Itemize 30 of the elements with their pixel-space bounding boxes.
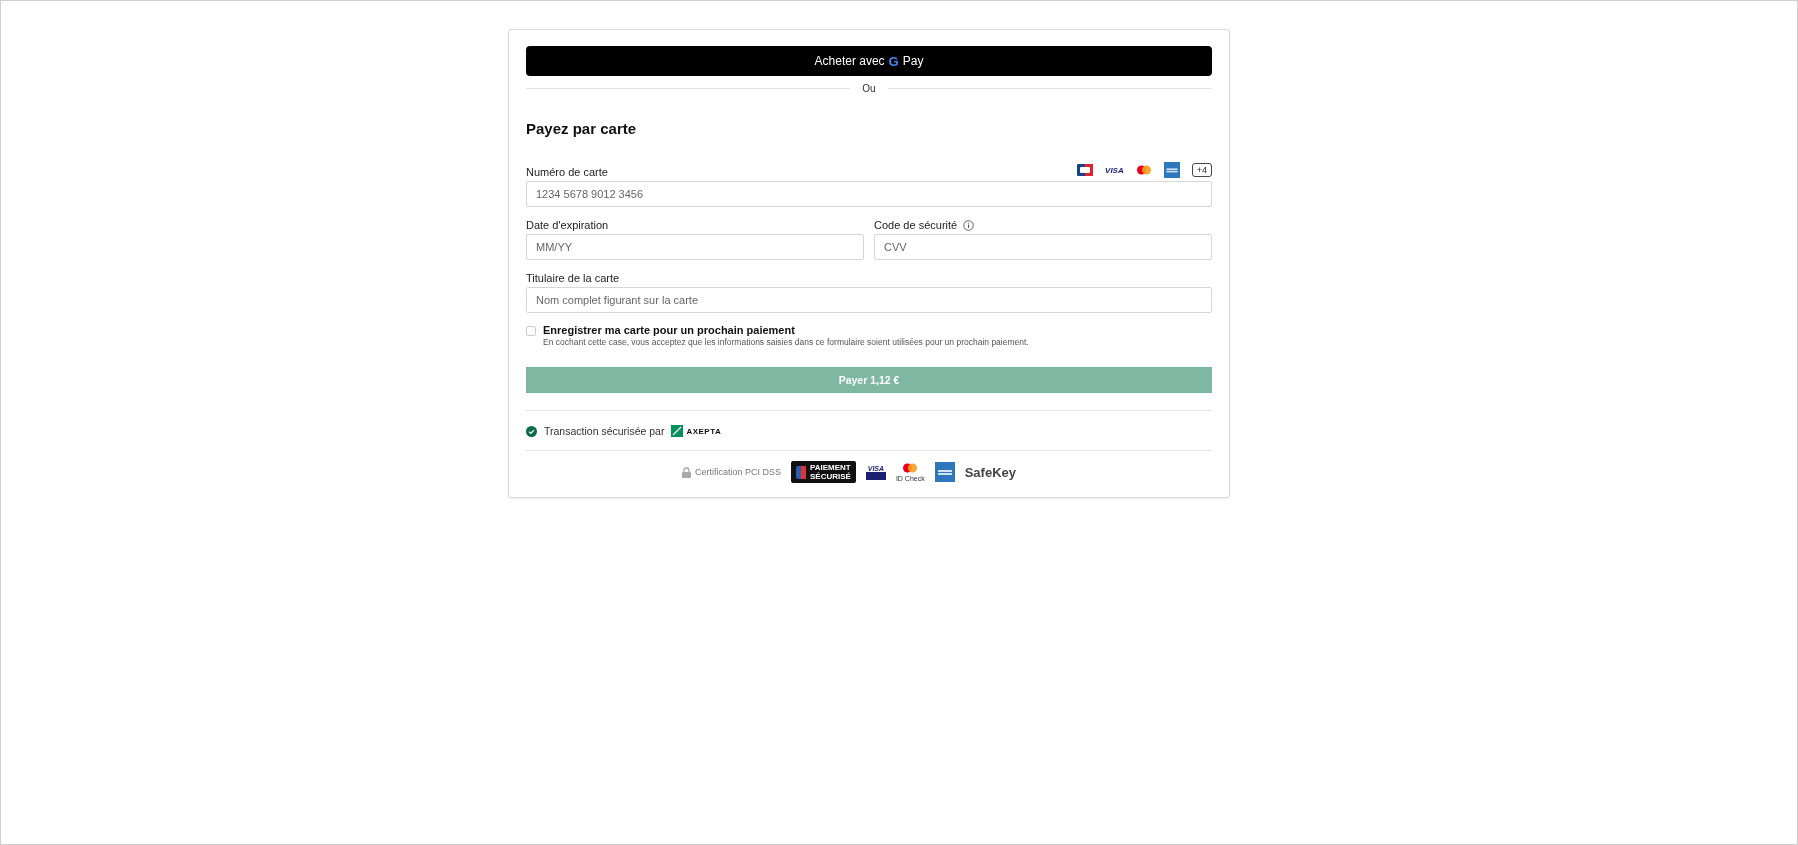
card-number-field[interactable]: 1234 5678 9012 3456 xyxy=(526,181,1212,207)
checkbox-hint: En cochant cette case, vous acceptez que les informations saisies dans ce formulaire soient utilisées pour un prochain paiement. xyxy=(543,337,1029,347)
security-code-field[interactable]: CVV xyxy=(874,234,1212,260)
visa-logo: VISA xyxy=(1105,165,1124,175)
secured-transaction-text: Transaction sécurisée par xyxy=(544,425,665,437)
info-icon[interactable] xyxy=(963,219,975,231)
google-pay-button[interactable]: Acheter avec G Pay xyxy=(526,46,1212,76)
axepta-logo-icon xyxy=(671,425,684,437)
axepta-logo-text: AXEPTA xyxy=(686,426,722,436)
separator-text: Ou xyxy=(862,83,876,94)
mastercard-icon xyxy=(902,462,919,473)
secure-payment-badge: PAIEMENT SÉCURISÉ xyxy=(791,461,856,483)
field-label: Titulaire de la carte xyxy=(526,272,620,284)
cb-card-icon xyxy=(1077,164,1094,176)
field-label: Code de sécurité xyxy=(874,219,958,231)
checkbox-label: Enregistrer ma carte pour un prochain paiement xyxy=(543,324,796,336)
cardholder-field[interactable]: Nom complet figurant sur la carte xyxy=(526,287,1212,313)
field-label: Date d'expiration xyxy=(526,219,609,231)
amex-logo-icon xyxy=(934,462,955,482)
more-brands-badge: +4 xyxy=(1191,163,1212,177)
expiry-field[interactable]: MM/YY xyxy=(526,234,864,260)
safekey-logo: SafeKey xyxy=(964,464,1016,480)
mastercard-icon xyxy=(1135,165,1152,175)
section-heading: Payez par carte xyxy=(526,120,638,137)
check-circle-icon xyxy=(526,425,537,437)
pci-certification-text: Certification PCI DSS xyxy=(694,467,781,477)
amex-logo-icon xyxy=(1163,162,1180,178)
field-label: Numéro de carte xyxy=(526,166,608,178)
save-card-checkbox[interactable] xyxy=(526,326,536,336)
padlock-icon xyxy=(681,466,691,478)
